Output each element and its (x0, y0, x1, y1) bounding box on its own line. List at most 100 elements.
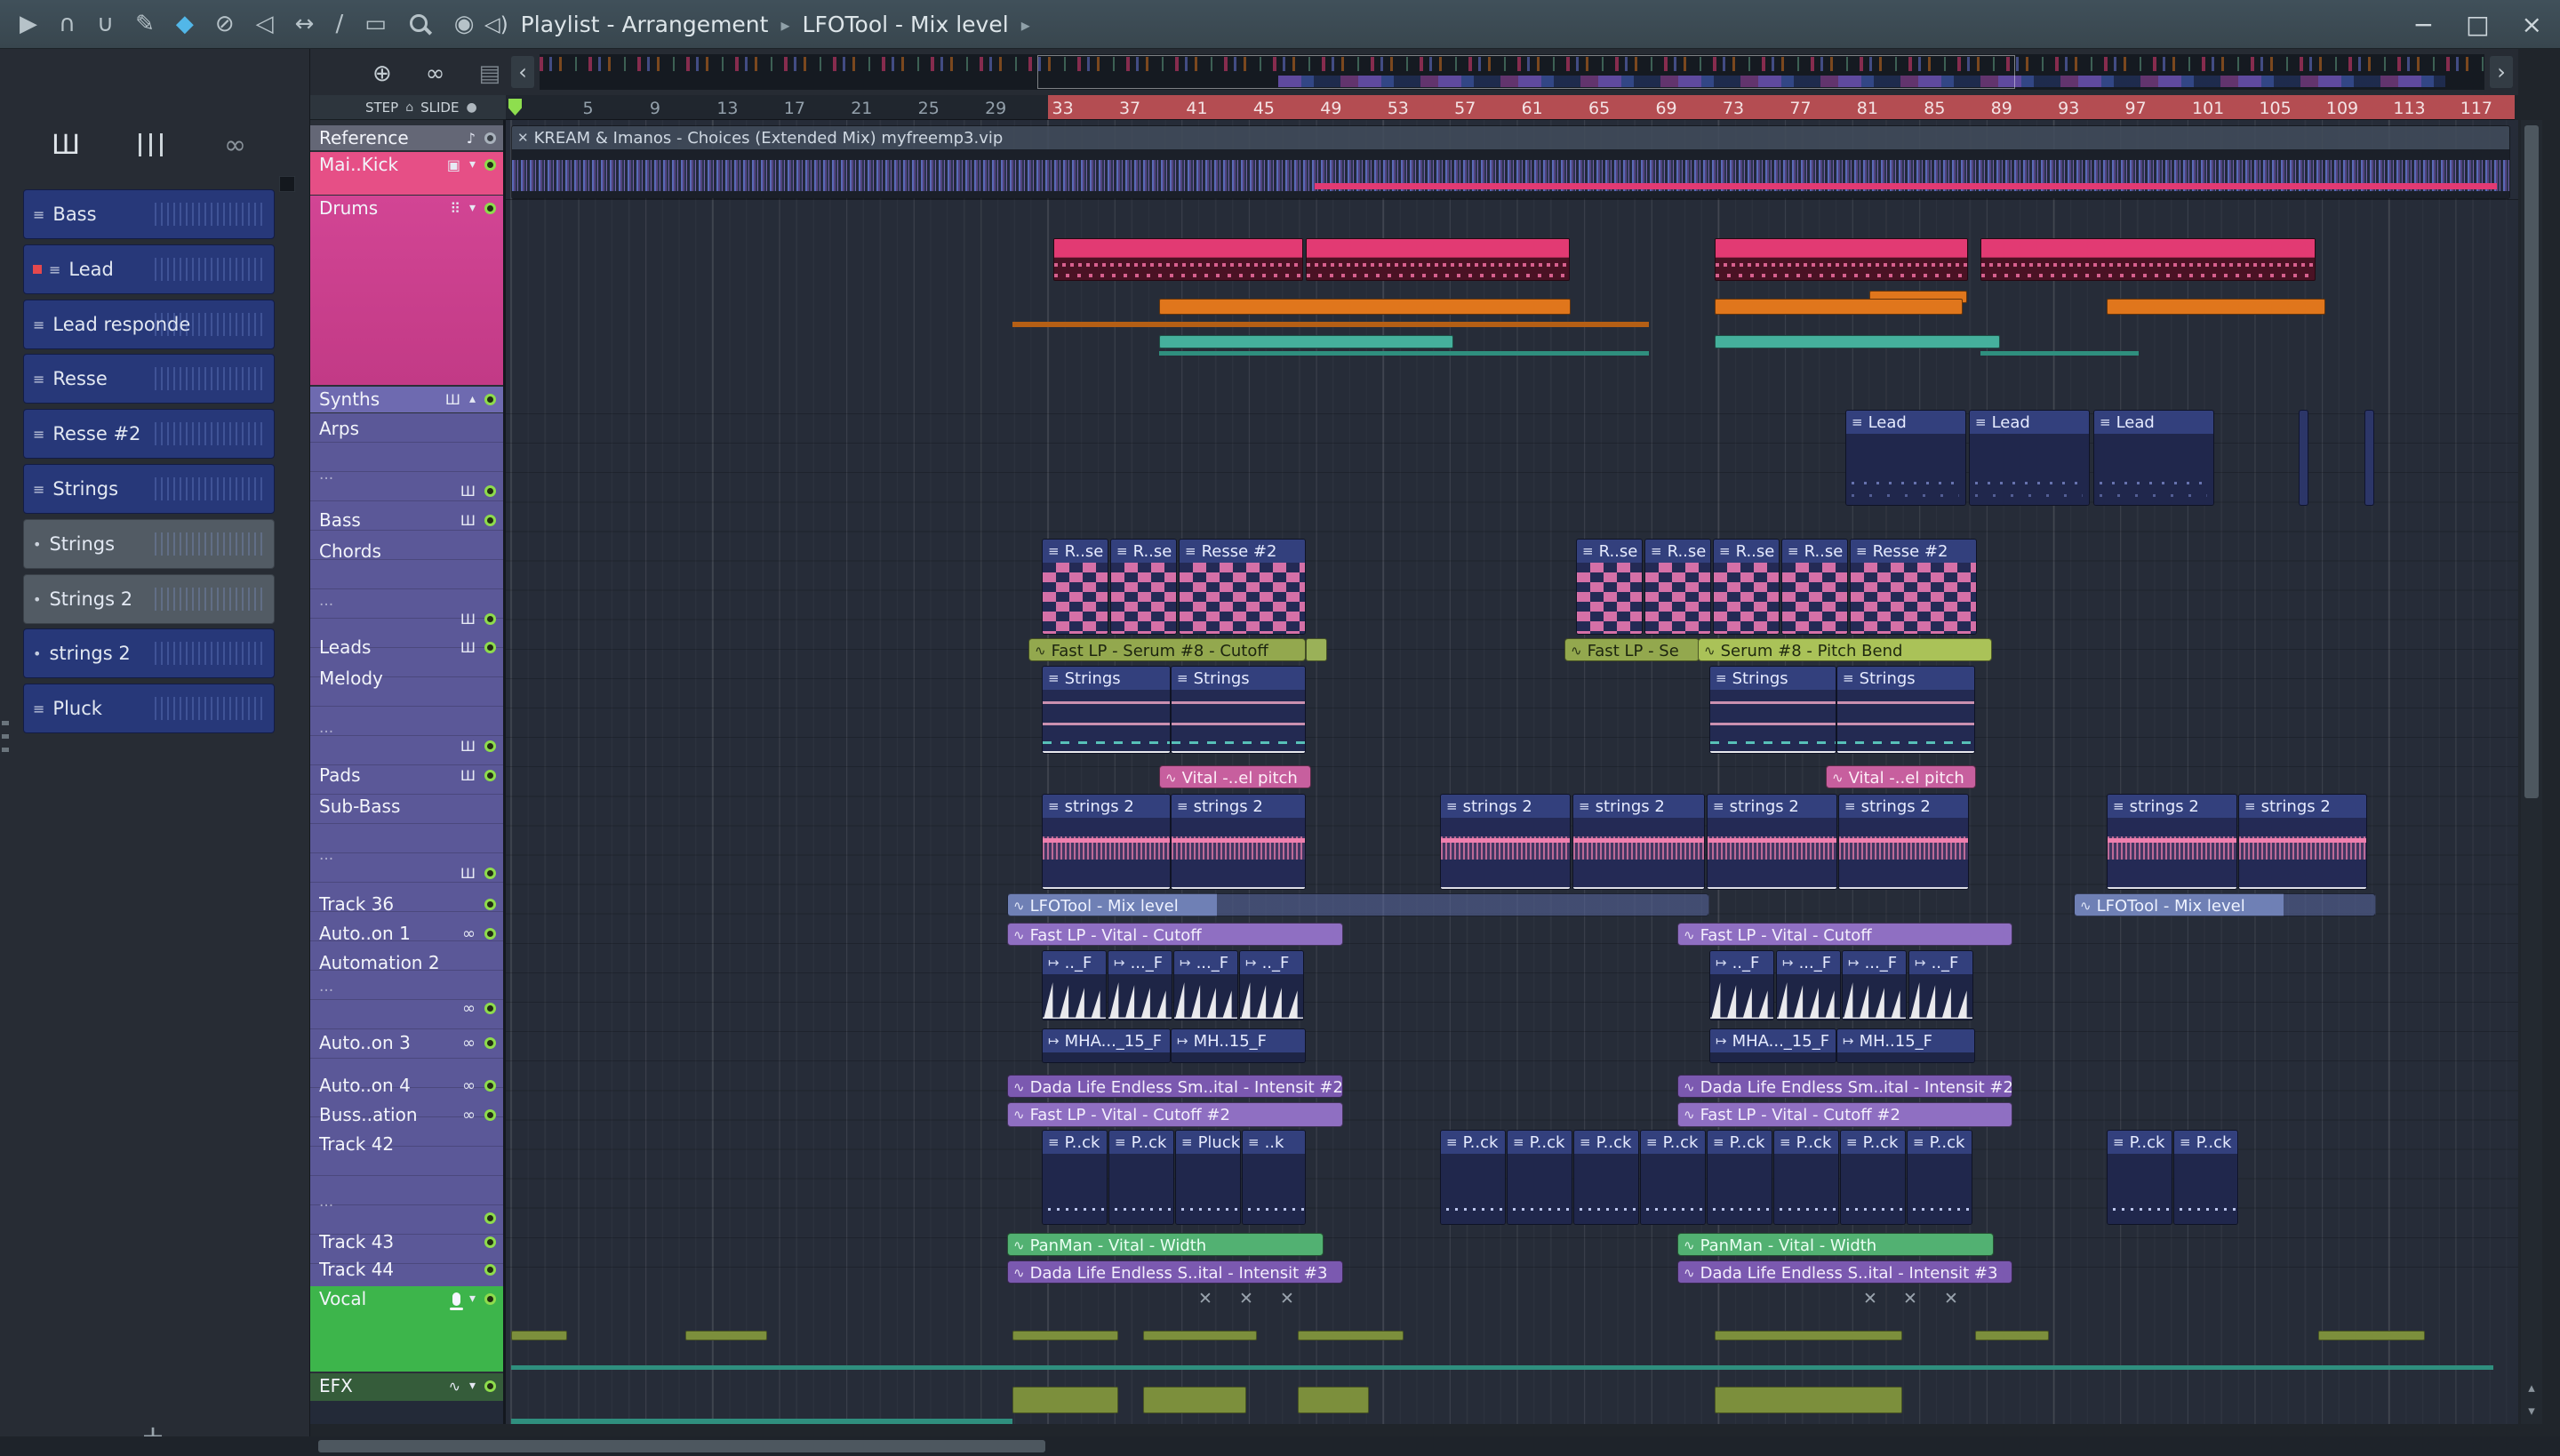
clip-autopurple[interactable]: ∿ Fast LP - Vital - Cutoff (1007, 923, 1343, 946)
clip-lead[interactable]: ≡ Lead (1845, 410, 1966, 506)
scroll-right-button[interactable]: › (2490, 56, 2513, 88)
mute-led[interactable] (484, 641, 496, 653)
clip-audiof[interactable]: ↦ .._F (1239, 950, 1304, 1020)
step-sequencer-icon[interactable]: Ш (460, 738, 476, 755)
scroll-left-button[interactable]: ‹ (511, 56, 534, 88)
clip-strings2[interactable]: ≡ strings 2 (1042, 794, 1171, 890)
clip-olive[interactable] (1298, 1331, 1404, 1340)
clip-mha[interactable]: ↦ MHA..._15_F (1042, 1028, 1171, 1063)
clip-autogreen2[interactable]: ∿ Serum #8 - Pitch Bend (1698, 638, 1992, 661)
clip-lead[interactable]: ≡ Lead (1969, 410, 2090, 506)
clip-resse[interactable]: ≡ R..se (1644, 539, 1711, 635)
pattern-item[interactable]: • Strings (23, 519, 275, 569)
close-button[interactable]: × (2522, 10, 2542, 39)
clip-strings[interactable]: ≡ Strings (1042, 666, 1171, 754)
clip-mutex[interactable]: ✕ (1859, 1289, 1882, 1308)
minimap[interactable] (540, 54, 2484, 90)
pattern-item[interactable]: ≡ Resse (23, 354, 275, 404)
clip-pluck[interactable]: ≡ P..ck (1773, 1130, 1839, 1225)
track-header[interactable]: Track 43 (310, 1229, 503, 1259)
clip-resse[interactable]: ≡ R..se (1781, 539, 1848, 635)
expand-arrow-icon[interactable]: ▾ (469, 157, 476, 172)
clip-pluck[interactable]: ≡ P..ck (2107, 1130, 2172, 1225)
clip-olive[interactable] (1143, 1331, 1257, 1340)
clip-autoteal[interactable]: ∿ PanMan - Vital - Width (1007, 1233, 1324, 1256)
step-sequencer-icon[interactable]: Ш (460, 767, 476, 784)
track-header[interactable] (310, 1205, 503, 1232)
track-header[interactable]: Track 42 (310, 1132, 503, 1161)
clip-autogreen[interactable]: ∿ Fast LP - Se (1564, 638, 1700, 661)
clip-autoblue[interactable]: ∿ LFOTool - Mix level (2074, 893, 2376, 916)
clip-resse[interactable]: ≡ R..se (1576, 539, 1643, 635)
step-sequencer-icon[interactable]: Ш (460, 512, 476, 529)
pattern-item[interactable]: • strings 2 (23, 628, 275, 678)
clip-tealline[interactable] (511, 1365, 2493, 1370)
clip-resse[interactable]: ≡ Resse #2 (1850, 539, 1977, 635)
playhead-start-marker[interactable] (508, 99, 522, 116)
track-header[interactable]: Track 36 (310, 892, 503, 921)
navigator-viewport[interactable] (1037, 55, 2015, 89)
mute-led[interactable] (484, 927, 496, 940)
mute-led[interactable] (484, 1036, 496, 1049)
playlist-grid[interactable]: ✕ KREAM & Imanos - Choices (Extended Mix)… (506, 120, 2518, 1424)
maximize-button[interactable]: □ (2466, 10, 2489, 39)
track-header[interactable]: Ш (310, 860, 503, 887)
track-header[interactable]: Melody (310, 666, 503, 695)
pattern-item[interactable]: ≡ Pluck (23, 684, 275, 733)
track-header[interactable]: Buss..ation ∞ (310, 1102, 503, 1132)
clip-strings2[interactable]: ≡ strings 2 (1171, 794, 1306, 890)
paint-brush-icon[interactable]: ◆ (176, 0, 194, 49)
clip-pluck[interactable]: ≡ P..ck (1108, 1130, 1174, 1225)
pattern-item[interactable]: ≡ Bass (23, 189, 275, 239)
clip-tealline[interactable] (1980, 351, 2139, 356)
clip-tealline[interactable] (1159, 351, 1649, 356)
timeline-ruler[interactable]: 5 9 13 17 21 25 29 33 37 41 45 49 53 57 61 65 69 73 77 81 85… (506, 95, 2515, 120)
mute-led[interactable] (484, 769, 496, 781)
clip-resse[interactable]: ≡ R..se (1042, 539, 1108, 635)
clip-autoblue[interactable]: ∿ LFOTool - Mix level (1007, 893, 1709, 916)
step-sequencer-icon[interactable]: Ш (460, 639, 476, 656)
clip-drumteal[interactable] (1159, 335, 1453, 348)
track-header[interactable]: Sub-Bass (310, 794, 503, 823)
clip-audiof[interactable]: ↦ ..._F (1842, 950, 1907, 1020)
track-header[interactable]: Bass Ш (310, 508, 503, 537)
clip-thinclip[interactable] (2299, 410, 2308, 506)
clip-mutex[interactable]: ✕ (1276, 1289, 1299, 1308)
mute-led[interactable] (484, 158, 496, 171)
clip-pluck[interactable]: ≡ Pluck (1175, 1130, 1241, 1225)
clip-autopink[interactable]: ∿ Vital -..el pitch (1826, 765, 1976, 788)
clip-pluck[interactable]: ≡ P..ck (2173, 1130, 2238, 1225)
clip-pluck[interactable]: ≡ P..ck (1707, 1130, 1772, 1225)
slice-icon[interactable]: ∕ (335, 0, 343, 49)
clip-olive[interactable] (1012, 1331, 1118, 1340)
clip-pluck[interactable]: ≡ P..ck (1440, 1130, 1506, 1225)
clip-drumpink[interactable] (1306, 238, 1570, 281)
zoom-icon[interactable] (408, 12, 433, 37)
track-header[interactable]: Track 44 (310, 1257, 503, 1286)
clip-mutex[interactable]: ✕ (1940, 1289, 1963, 1308)
clip-strings[interactable]: ≡ Strings (1171, 666, 1306, 754)
track-header[interactable]: Chords (310, 539, 503, 568)
speaker-icon[interactable]: ◁) (484, 13, 508, 36)
clip-mha[interactable]: ↦ MH..15_F (1836, 1028, 1975, 1063)
mute-led[interactable] (484, 1236, 496, 1248)
clip-autopurple[interactable]: ∿ Fast LP - Vital - Cutoff (1677, 923, 2012, 946)
clip-pluck[interactable]: ≡ P..ck (1042, 1130, 1108, 1225)
minimize-button[interactable]: − (2413, 10, 2434, 39)
draw-pencil-icon[interactable]: ✎ (135, 0, 155, 49)
snap-magnet-icon[interactable]: ∪ (97, 0, 114, 49)
track-header[interactable]: Drums ⠿ ▾ (310, 196, 503, 385)
link-icon[interactable]: ∞ (224, 130, 246, 161)
mute-led[interactable] (484, 393, 496, 405)
pattern-list-grip[interactable] (279, 176, 295, 192)
track-header[interactable]: Mai..Kick ▣ ▾ (310, 152, 503, 195)
horizontal-scrollbar-thumb[interactable] (318, 1440, 1045, 1452)
clip-mutex[interactable]: ✕ (1899, 1289, 1922, 1308)
track-header[interactable]: ∞ (310, 996, 503, 1022)
scroll-down-arrow[interactable]: ▾ (2521, 1401, 2542, 1420)
mute-led[interactable] (484, 202, 496, 214)
clip-greenblock[interactable] (1306, 638, 1327, 661)
mute-led[interactable] (484, 1380, 496, 1392)
step-sequencer-icon[interactable]: Ш (460, 611, 476, 628)
track-header[interactable]: Vocal ▾ (310, 1286, 503, 1372)
